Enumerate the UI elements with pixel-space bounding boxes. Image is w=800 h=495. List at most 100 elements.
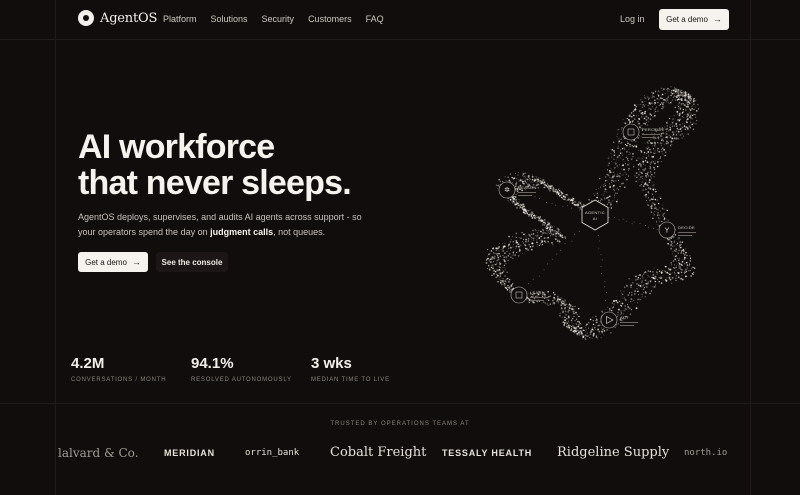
nav-link-solutions[interactable]: Solutions [211,14,248,24]
particle [645,111,647,112]
particle [680,277,683,280]
hero-title-line-1: AI workforce [78,128,275,166]
particle [523,173,525,175]
particle [678,119,681,122]
particle [690,113,693,116]
particle [579,202,582,204]
logo-ridgeline-supply: Ridgeline Supply [557,445,670,460]
particle [668,268,671,271]
particle [595,335,597,337]
particle [585,327,587,329]
particle [547,231,549,233]
particle [671,101,672,102]
particle [616,326,617,327]
particle [551,188,553,190]
particle [583,203,585,206]
particle [604,300,606,302]
particle [623,290,625,292]
particle [667,242,669,245]
nav-link-platform[interactable]: Platform [163,14,197,24]
particle [572,326,574,328]
particle [531,242,533,245]
particle [608,217,610,219]
particle [656,221,658,223]
particle [604,286,606,288]
particle [528,238,530,240]
particle [570,319,573,322]
particle [555,230,558,233]
particle [689,100,692,102]
particle [593,194,595,196]
particle [614,167,616,169]
particle [538,237,541,240]
particle [502,245,505,248]
particle [489,260,491,262]
nav-link-faq[interactable]: FAQ [366,14,384,24]
particle [570,328,573,330]
particle [614,162,616,164]
particle [507,255,509,257]
particle [571,240,573,242]
particle [670,246,672,248]
particle [656,228,658,230]
particle [675,88,677,90]
brand-logo[interactable]: AgentOS [78,10,157,26]
particle [647,175,650,177]
particle [693,274,695,275]
particle [676,125,678,127]
particle [664,144,665,145]
particle [594,329,596,330]
particle [685,261,688,264]
particle [676,242,679,245]
particle [609,186,612,188]
particle [667,101,669,103]
particle [682,96,684,98]
particle [649,103,652,105]
particle [594,334,596,336]
particle [674,234,677,236]
hero-get-demo-button[interactable]: Get a demo → [78,252,148,272]
particle [653,286,656,288]
particle [553,302,556,305]
particle [499,275,501,277]
particle [633,104,636,107]
particle [688,269,690,272]
particle [611,149,613,151]
particle [684,257,686,259]
particle [523,238,525,240]
particle [532,174,534,176]
particle [527,211,529,212]
particle [654,142,656,145]
particle [577,206,578,208]
see-console-button[interactable]: See the console [156,252,228,272]
particle [645,285,648,288]
particle [666,277,668,279]
login-link[interactable]: Log in [620,14,645,24]
particle [576,334,578,336]
particle [530,301,532,303]
particle [541,244,543,246]
nav-get-demo-button[interactable]: Get a demo → [659,9,729,30]
particle [647,198,649,199]
particle [685,257,687,259]
particle [500,280,503,282]
particle [669,278,672,281]
particle [567,309,570,312]
particle [654,168,656,170]
nav-link-security[interactable]: Security [262,14,295,24]
particle [543,182,544,184]
particle [620,290,622,292]
particle [568,196,569,198]
particle [648,154,650,156]
nav-link-customers[interactable]: Customers [308,14,352,24]
particle [631,281,634,284]
particle [689,114,692,117]
particle [655,207,657,209]
particle [681,271,683,274]
particle [546,232,548,235]
particle [658,138,659,140]
particle [658,196,660,198]
particle [522,208,524,210]
particle [560,249,561,251]
particle [585,338,587,340]
